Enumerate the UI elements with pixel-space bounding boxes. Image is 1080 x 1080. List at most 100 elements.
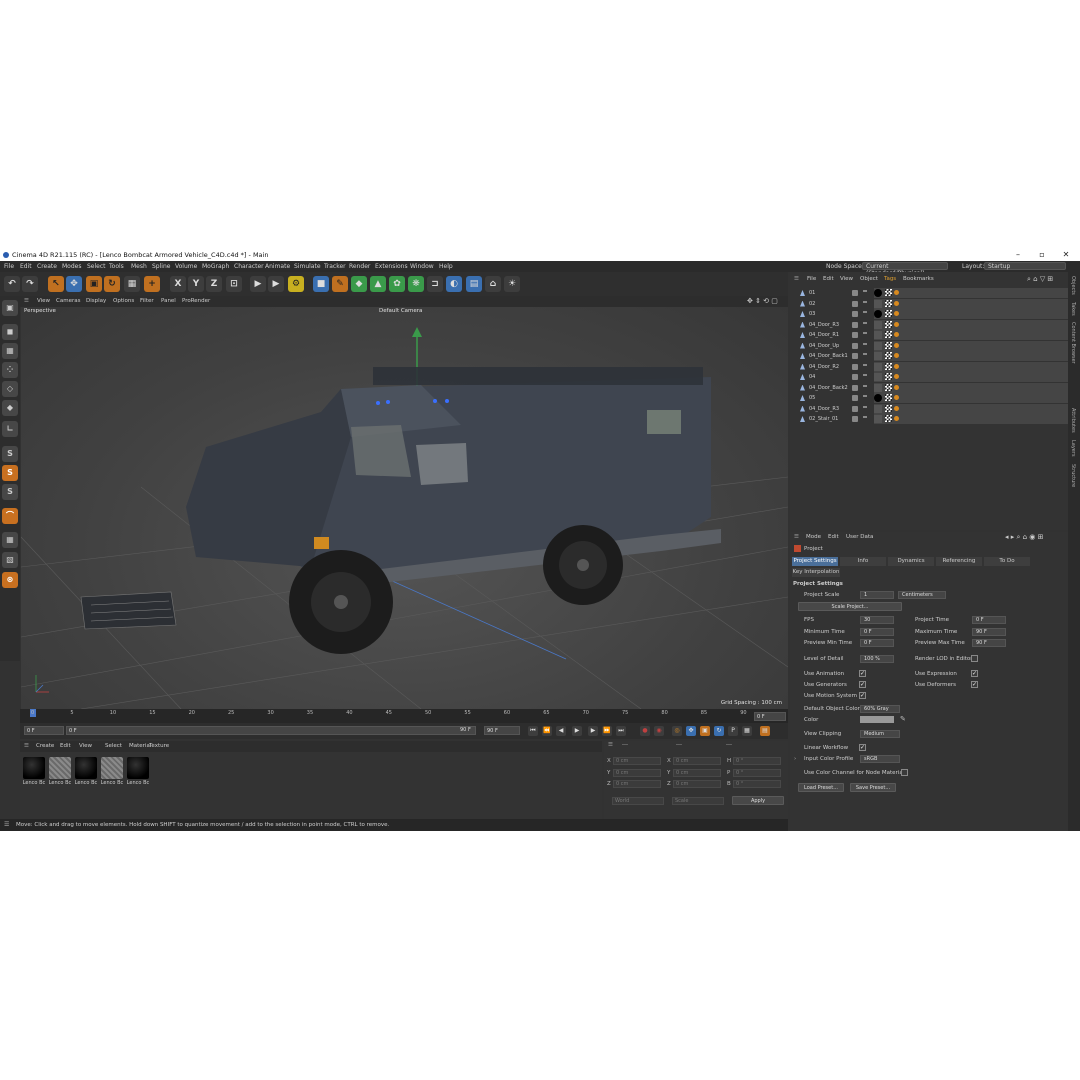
viewport-menu-view[interactable]: View xyxy=(37,296,50,307)
texture-tag-icon[interactable] xyxy=(885,289,892,296)
object-row[interactable]: 04_Door_R3 xyxy=(790,403,1068,415)
render-settings-icon[interactable]: ⚙ xyxy=(288,276,304,292)
object-row[interactable]: 04_Door_Back2 xyxy=(790,382,1068,394)
render-lod-checkbox[interactable] xyxy=(971,655,978,662)
material-tag-icon[interactable] xyxy=(874,299,882,308)
object-menu-icon[interactable]: ☰ xyxy=(794,274,799,285)
polygons-mode-icon[interactable]: ◆ xyxy=(2,400,18,416)
go-to-start-icon[interactable]: ⏮ xyxy=(528,726,538,736)
object-visibility-toggle[interactable] xyxy=(852,405,858,412)
phong-tag-icon[interactable] xyxy=(894,363,899,369)
menu-mograph[interactable]: MoGraph xyxy=(202,261,229,272)
fps-field[interactable]: 30 xyxy=(860,616,894,624)
use-motion-checkbox[interactable]: ✓ xyxy=(859,692,866,699)
array-icon[interactable]: ▲ xyxy=(370,276,386,292)
attribute-menu-icon[interactable]: ☰ xyxy=(794,532,799,543)
material-label[interactable]: Lenco Bc xyxy=(22,780,46,786)
camera-icon[interactable]: ⌂ xyxy=(485,276,501,292)
key-pla-icon[interactable]: ▦ xyxy=(742,726,752,736)
object-render-dots-icon[interactable] xyxy=(863,311,867,313)
attribute-nav-icons[interactable]: ◂ ▸ ⌕ ⌂ ◉ ⊞ xyxy=(1005,532,1044,543)
viewport-name[interactable]: Perspective xyxy=(24,308,56,314)
menu-modes[interactable]: Modes xyxy=(62,261,81,272)
material-swatch[interactable] xyxy=(127,757,149,779)
coord-rotation-field[interactable]: 0 ° xyxy=(733,757,781,765)
tab-referencing[interactable]: Referencing xyxy=(936,557,982,566)
menu-select[interactable]: Select xyxy=(87,261,106,272)
coordinate-menu-icon[interactable]: ☰ xyxy=(608,742,613,748)
texture-tag-icon[interactable] xyxy=(885,394,892,401)
object-render-dots-icon[interactable] xyxy=(863,363,867,366)
object-visibility-toggle[interactable] xyxy=(852,416,858,422)
object-visibility-toggle[interactable] xyxy=(852,395,858,401)
timeline-window-icon[interactable]: ▤ xyxy=(760,726,770,736)
minimize-button[interactable]: – xyxy=(1008,249,1028,261)
preview-max-field[interactable]: 90 F xyxy=(972,639,1006,647)
live-selection-icon[interactable]: + xyxy=(144,276,160,292)
apply-button[interactable]: Apply xyxy=(732,796,784,805)
viewport-menu-cameras[interactable]: Cameras xyxy=(56,296,80,307)
cloner-icon[interactable]: ✿ xyxy=(389,276,405,292)
object-name[interactable]: 03 xyxy=(809,309,815,319)
menu-tracker[interactable]: Tracker xyxy=(324,261,346,272)
status-menu-icon[interactable]: ☰ xyxy=(4,819,9,831)
material-menu-material[interactable]: Material xyxy=(129,741,151,752)
tab-info[interactable]: Info xyxy=(840,557,886,566)
object-name[interactable]: 04_Door_Back1 xyxy=(809,351,848,361)
menu-animate[interactable]: Animate xyxy=(265,261,290,272)
object-visibility-toggle[interactable] xyxy=(852,311,858,317)
object-search-icon[interactable]: ⌕ ⌂ ▽ ⊞ xyxy=(1027,274,1053,285)
lock-workplane-icon[interactable]: ▧ xyxy=(2,552,18,568)
phong-tag-icon[interactable] xyxy=(894,311,899,316)
undo-icon[interactable]: ↶ xyxy=(4,276,20,292)
attribute-menu-mode[interactable]: Mode xyxy=(806,532,821,543)
material-tag-icon[interactable] xyxy=(874,331,882,339)
snap-enable-icon[interactable]: S xyxy=(2,465,18,481)
menu-simulate[interactable]: Simulate xyxy=(294,261,321,272)
material-tag-icon[interactable] xyxy=(874,320,882,329)
material-swatch[interactable] xyxy=(23,757,45,779)
material-menu-icon[interactable]: ☰ xyxy=(24,741,29,752)
play-icon[interactable]: ▶ xyxy=(572,726,582,736)
menu-create[interactable]: Create xyxy=(37,261,57,272)
object-render-dots-icon[interactable] xyxy=(863,395,867,397)
edges-mode-icon[interactable]: ◇ xyxy=(2,381,18,397)
maximize-button[interactable]: ▫ xyxy=(1032,249,1052,261)
bend-deformer-icon[interactable]: ⊐ xyxy=(427,276,443,292)
object-name[interactable]: 02 xyxy=(809,299,815,309)
timeline-ruler[interactable]: 0 F 0 5 10 15 20 25 30 35 40 45 50 55 60 65 70 75 80 85 90 xyxy=(20,709,788,723)
menu-file[interactable]: File xyxy=(4,261,14,272)
max-time-field[interactable]: 90 F xyxy=(972,628,1006,636)
render-picture-viewer-icon[interactable]: ▶ xyxy=(268,276,284,292)
menu-extensions[interactable]: Extensions xyxy=(375,261,408,272)
side-tab-takes[interactable]: Takes xyxy=(1070,302,1076,316)
redo-icon[interactable]: ↷ xyxy=(22,276,38,292)
object-visibility-toggle[interactable] xyxy=(852,363,858,370)
coord-mode-select[interactable]: World xyxy=(612,797,664,805)
key-position-icon[interactable]: ✥ xyxy=(686,726,696,736)
coord-size-select[interactable]: Scale xyxy=(672,797,724,805)
load-preset-button[interactable]: Load Preset... xyxy=(798,783,844,792)
material-tag-icon[interactable] xyxy=(874,362,882,371)
material-tag-icon[interactable] xyxy=(874,404,882,413)
object-visibility-toggle[interactable] xyxy=(852,342,858,349)
viewport-camera-label[interactable]: Default Camera xyxy=(379,308,422,314)
texture-tag-icon[interactable] xyxy=(885,310,892,317)
material-label[interactable]: Lenco Bc xyxy=(74,780,98,786)
use-deformers-checkbox[interactable]: ✓ xyxy=(971,681,978,688)
previous-frame-icon[interactable]: ◀ xyxy=(556,726,566,736)
object-menu-tags[interactable]: Tags xyxy=(884,274,896,285)
scale-project-button[interactable]: Scale Project... xyxy=(798,602,902,611)
expand-arrow-icon[interactable]: › xyxy=(794,756,796,762)
make-editable-icon[interactable]: ▣ xyxy=(2,300,18,316)
layout-select[interactable]: Startup xyxy=(984,262,1066,270)
menu-render[interactable]: Render xyxy=(349,261,370,272)
linear-workflow-checkbox[interactable]: ✓ xyxy=(859,744,866,751)
use-generators-checkbox[interactable]: ✓ xyxy=(859,681,866,688)
viewport-menu-icon[interactable]: ☰ xyxy=(24,296,29,307)
key-parameter-icon[interactable]: P xyxy=(728,726,738,736)
floor-icon[interactable]: ▤ xyxy=(466,276,482,292)
scale-tool-icon[interactable]: ▣ xyxy=(86,276,102,292)
keyframe-selection-icon[interactable]: ◎ xyxy=(672,726,682,736)
object-name[interactable]: 04 xyxy=(809,372,815,382)
